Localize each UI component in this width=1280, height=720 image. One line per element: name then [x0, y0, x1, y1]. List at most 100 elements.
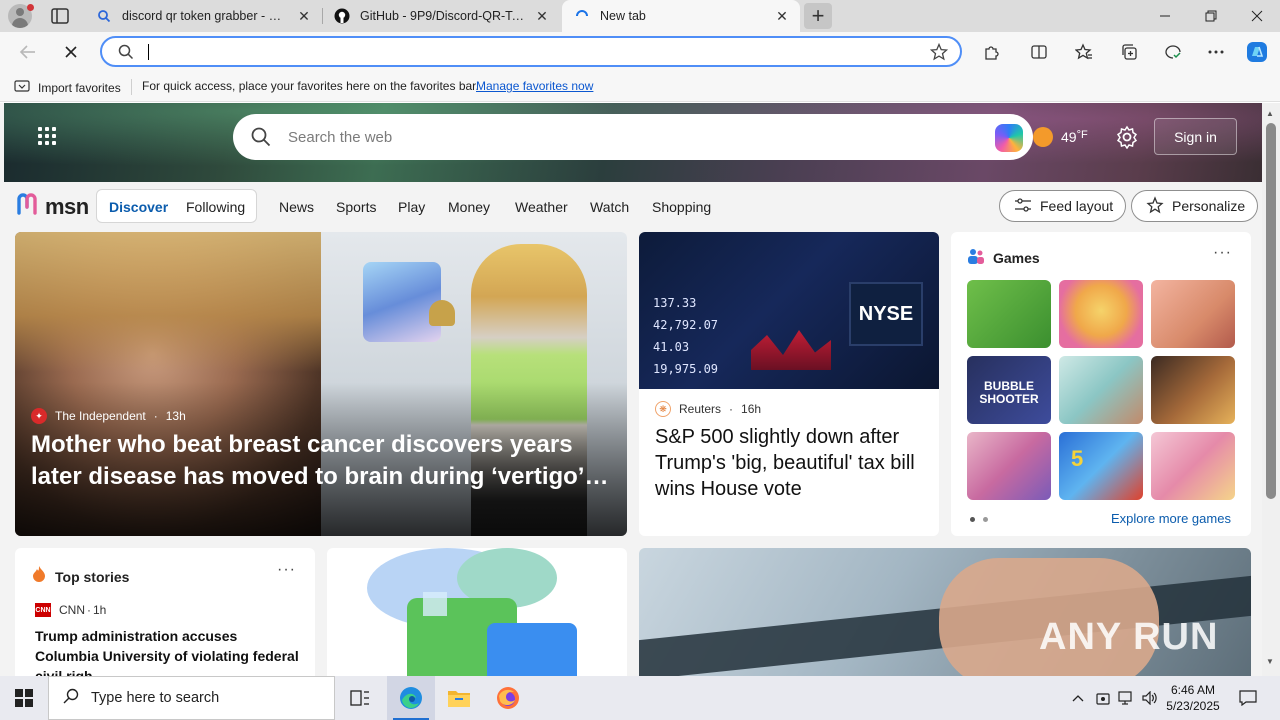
nav-money[interactable]: Money: [448, 199, 490, 215]
msn-new-tab-page: 49°F Sign in msn Discover Following News…: [0, 103, 1262, 676]
more-menu-icon[interactable]: [1203, 39, 1229, 65]
scroll-up-arrow-icon[interactable]: ▲: [1266, 109, 1274, 118]
msn-nav-row: msn Discover Following News Sports Play …: [0, 182, 1262, 232]
import-favorites-button[interactable]: Import favorites: [14, 79, 121, 96]
extensions-icon[interactable]: [978, 39, 1004, 65]
sign-in-button[interactable]: Sign in: [1154, 118, 1237, 155]
split-screen-icon[interactable]: [1026, 39, 1052, 65]
search-icon: [118, 44, 134, 65]
nav-shopping[interactable]: Shopping: [652, 199, 711, 215]
more-options-icon[interactable]: ···: [277, 561, 296, 579]
story-source: CNN CNN · 1h: [35, 603, 107, 617]
story-source: ❋ Reuters · 16h: [655, 401, 761, 417]
close-window-button[interactable]: [1234, 0, 1280, 32]
stop-loading-button[interactable]: [56, 37, 86, 67]
close-tab-icon[interactable]: ✕: [534, 8, 550, 24]
personalize-button[interactable]: Personalize: [1131, 190, 1259, 222]
show-hidden-icons-chevron-icon[interactable]: [1068, 676, 1088, 720]
nav-play[interactable]: Play: [398, 199, 425, 215]
notifications-icon[interactable]: [1232, 676, 1264, 720]
game-tile-hospital[interactable]: [1059, 356, 1143, 424]
new-tab-button[interactable]: +: [804, 3, 832, 29]
scroll-down-arrow-icon[interactable]: ▼: [1266, 657, 1274, 666]
search-icon: [96, 8, 112, 24]
feed-layout-button[interactable]: Feed layout: [999, 190, 1127, 222]
app-launcher-icon[interactable]: [38, 127, 58, 147]
manage-favorites-link[interactable]: Manage favorites now: [476, 79, 593, 93]
back-button[interactable]: [13, 37, 43, 67]
story-headline[interactable]: Trump administration accuses Columbia Un…: [35, 626, 299, 676]
featured-story-card[interactable]: ✦ The Independent · 13h Mother who beat …: [15, 232, 627, 536]
profile-notification-badge: [27, 4, 34, 11]
nav-weather[interactable]: Weather: [515, 199, 568, 215]
divider: [131, 79, 132, 95]
tab-new-tab[interactable]: New tab ✕: [562, 0, 800, 32]
minimize-button[interactable]: [1142, 0, 1188, 32]
nav-watch[interactable]: Watch: [590, 199, 629, 215]
game-tile-makeup[interactable]: [967, 432, 1051, 500]
search-icon: [63, 688, 79, 708]
start-button[interactable]: [0, 676, 48, 720]
copilot-icon[interactable]: [1244, 39, 1270, 65]
carousel-dots[interactable]: [970, 517, 988, 522]
page-scrollbar[interactable]: ▲ ▼: [1262, 103, 1280, 676]
taskbar-edge-button[interactable]: [387, 676, 435, 720]
tab-following[interactable]: Following: [186, 199, 245, 215]
scrollbar-thumb[interactable]: [1266, 123, 1276, 499]
favorites-icon[interactable]: [1071, 39, 1097, 65]
search-icon: [251, 127, 271, 152]
photo-ticker-value: 42,792.07: [653, 318, 719, 332]
taskbar-firefox-button[interactable]: [484, 676, 532, 720]
tab-search[interactable]: discord qr token grabber - Search ✕: [84, 0, 322, 32]
browser-essentials-icon[interactable]: [1160, 39, 1186, 65]
weather-widget[interactable]: 49°F: [1033, 127, 1088, 147]
explore-more-games-link[interactable]: Explore more games: [1111, 511, 1231, 526]
games-heading: Games: [967, 248, 1040, 267]
volume-icon[interactable]: [1140, 676, 1160, 720]
photo-ticker-value: 19,975.09: [653, 362, 719, 376]
feed-layout-label: Feed layout: [1040, 198, 1114, 214]
games-heading-label: Games: [993, 249, 1040, 266]
task-view-button[interactable]: [336, 676, 384, 720]
copilot-search-icon[interactable]: [995, 124, 1023, 152]
game-tile-dress-up[interactable]: [1151, 280, 1235, 348]
tile-label: BUBBLE SHOOTER: [979, 379, 1039, 406]
game-tile-pin-puzzle[interactable]: [967, 280, 1051, 348]
close-tab-icon[interactable]: ✕: [296, 8, 312, 24]
story-headline[interactable]: Mother who beat breast cancer discovers …: [31, 429, 621, 493]
game-tile-bubble-shooter[interactable]: BUBBLE SHOOTER: [967, 356, 1051, 424]
restore-button[interactable]: [1188, 0, 1234, 32]
photo-ticker-value: 41.03: [653, 340, 690, 354]
address-input[interactable]: [148, 42, 908, 62]
story-card-cloud-illustration[interactable]: [327, 548, 627, 676]
games-people-icon: [967, 248, 985, 267]
msn-search-box[interactable]: [233, 114, 1033, 160]
story-headline[interactable]: S&P 500 slightly down after Trump's 'big…: [655, 424, 925, 502]
tab-discover[interactable]: Discover: [109, 199, 168, 215]
taskbar-clock[interactable]: 6:46 AM 5/23/2025: [1160, 682, 1226, 714]
nav-sports[interactable]: Sports: [336, 199, 376, 215]
favorite-star-icon[interactable]: [929, 42, 949, 66]
game-tile-cupcake[interactable]: [1059, 280, 1143, 348]
settings-gear-icon[interactable]: [1115, 125, 1139, 150]
story-card-phone-photo[interactable]: ANY RUN: [639, 548, 1251, 676]
address-bar[interactable]: [100, 36, 962, 67]
msn-search-input[interactable]: [288, 126, 888, 148]
game-tile-mystery[interactable]: [1151, 356, 1235, 424]
tab-github[interactable]: GitHub - 9P9/Discord-QR-Token- ✕: [322, 0, 560, 32]
folder-icon: [448, 691, 470, 707]
story-card-reuters[interactable]: 137.33 42,792.07 41.03 19,975.09 NYSE ❋ …: [639, 232, 939, 536]
game-tile-fish[interactable]: 5: [1059, 432, 1143, 500]
game-tile-princess[interactable]: [1151, 432, 1235, 500]
taskbar-file-explorer-button[interactable]: [435, 676, 483, 720]
more-options-icon[interactable]: ···: [1213, 244, 1232, 262]
onscreen-keyboard-icon[interactable]: [1094, 676, 1112, 720]
close-tab-icon[interactable]: ✕: [774, 8, 790, 24]
network-icon[interactable]: [1116, 676, 1136, 720]
favorites-bar: Import favorites For quick access, place…: [0, 72, 1280, 102]
nav-news[interactable]: News: [279, 199, 314, 215]
collections-icon[interactable]: [1116, 39, 1142, 65]
msn-logo[interactable]: msn: [16, 193, 89, 221]
taskbar-search-box[interactable]: Type here to search: [48, 676, 335, 720]
tab-actions-icon[interactable]: [50, 7, 70, 25]
